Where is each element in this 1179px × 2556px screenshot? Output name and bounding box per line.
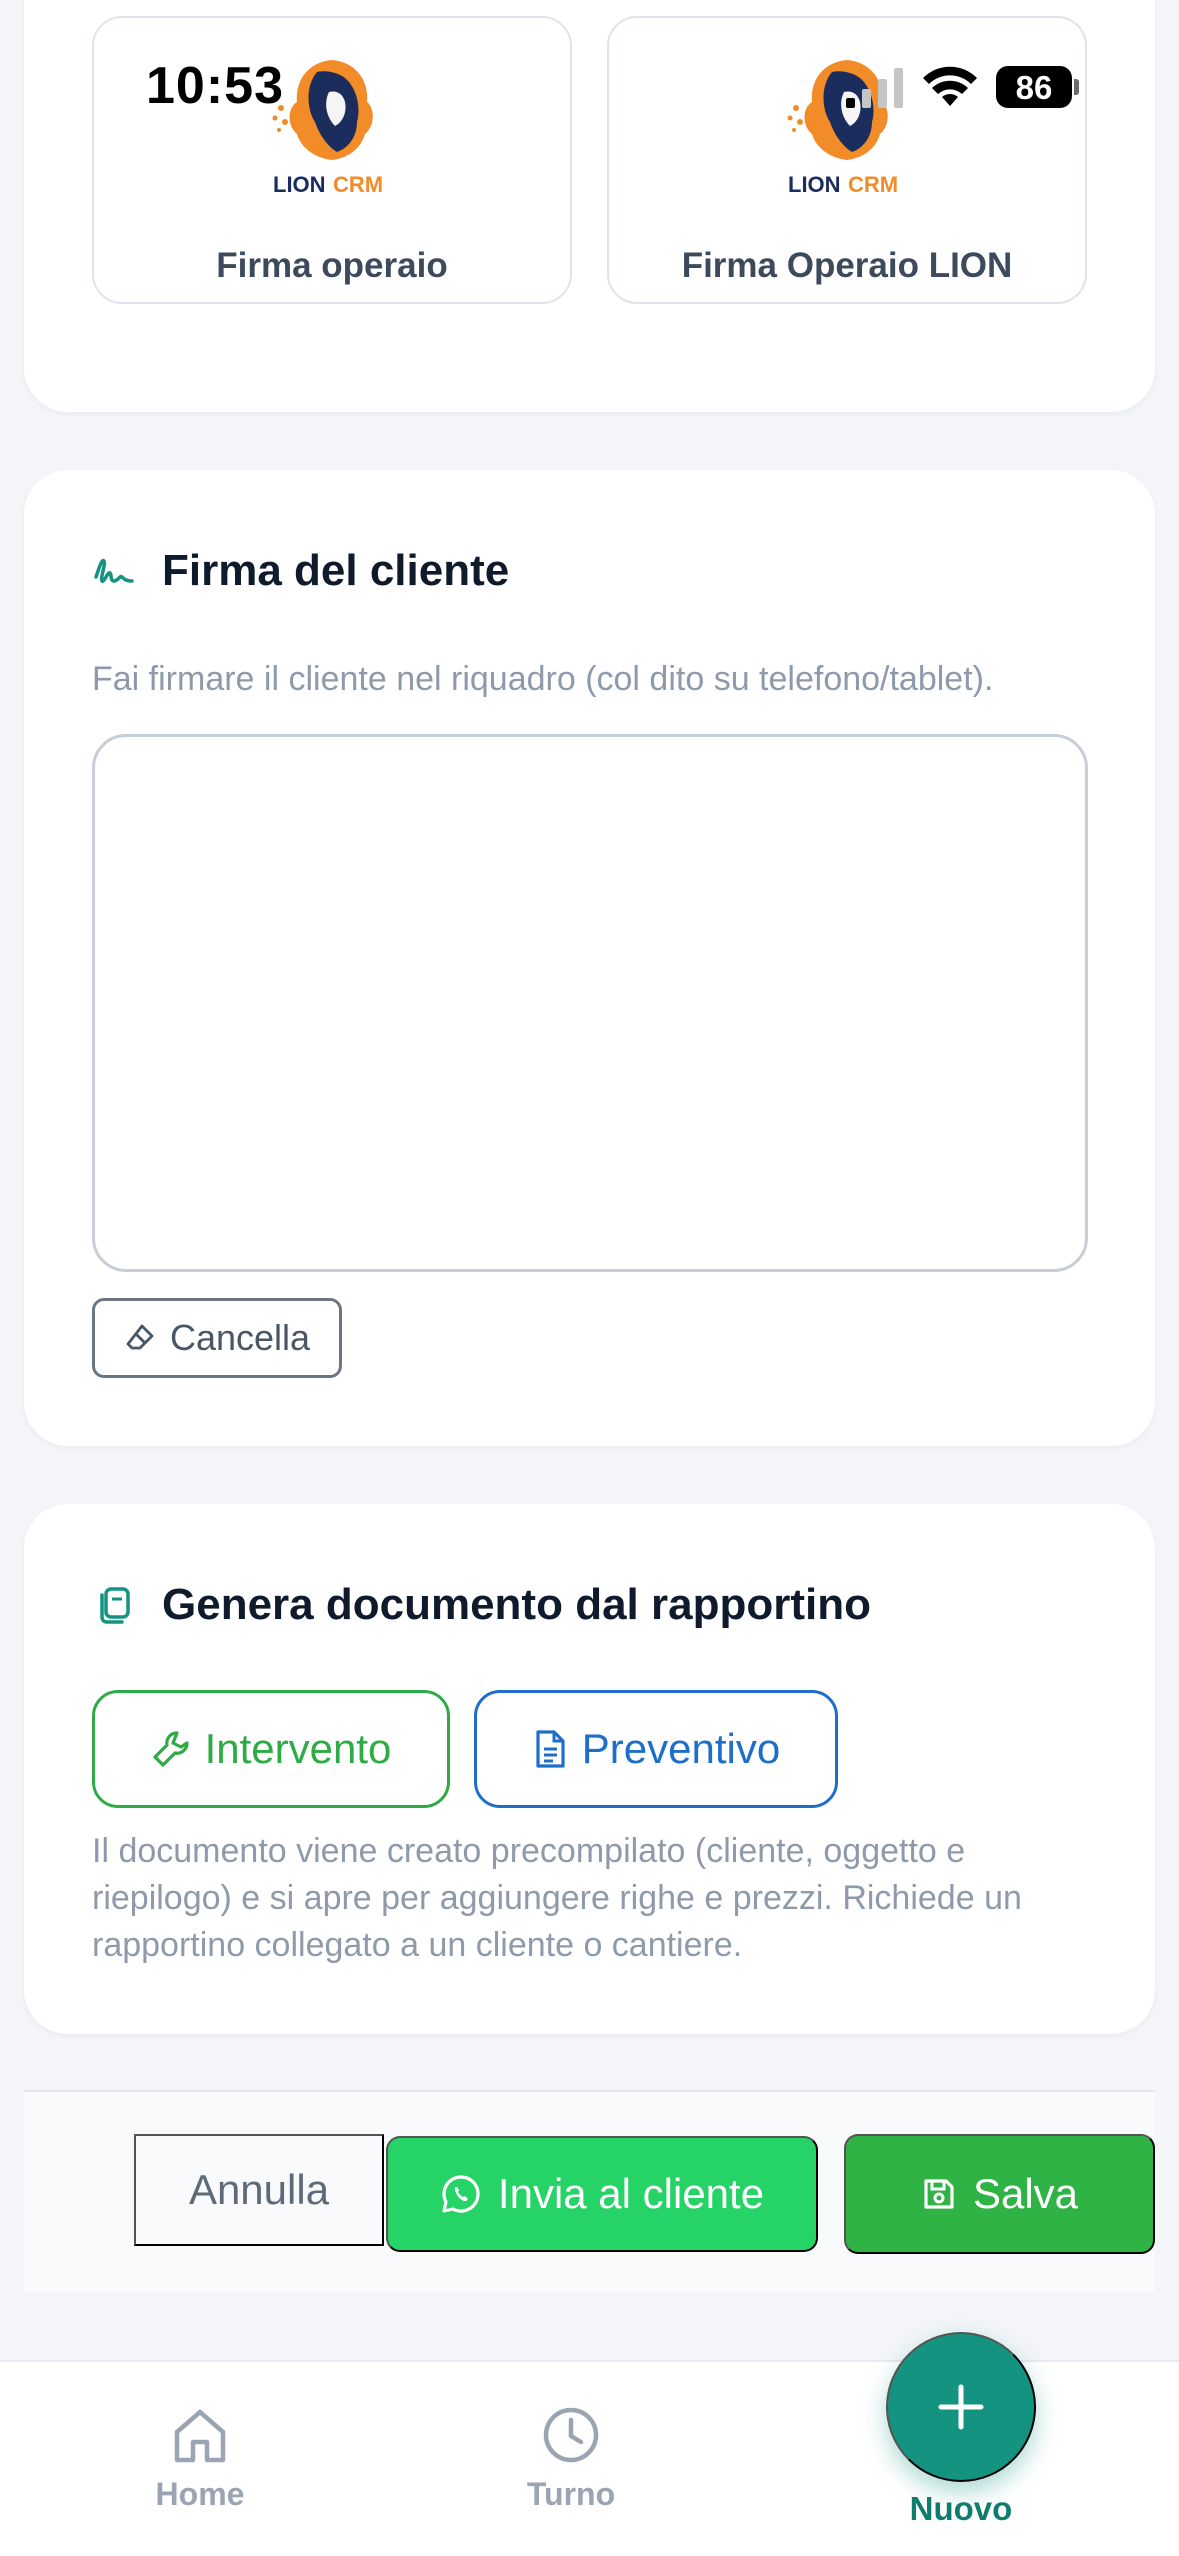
- action-bar: Annulla Invia al cliente Salva: [24, 2090, 1155, 2292]
- status-time: 10:53: [146, 57, 284, 115]
- documents-icon: [100, 1587, 130, 1624]
- clear-signature-button[interactable]: Cancella: [92, 1298, 342, 1378]
- save-button[interactable]: Salva: [844, 2134, 1155, 2254]
- preventivo-button[interactable]: Preventivo: [474, 1690, 838, 1808]
- tile-label: Firma operaio: [216, 246, 448, 285]
- preventivo-label: Preventivo: [581, 1725, 781, 1772]
- cancel-button[interactable]: Annulla: [134, 2134, 384, 2246]
- section-header: Firma del cliente: [92, 546, 509, 596]
- wrench-icon: [152, 1731, 189, 1767]
- battery-icon: 86: [996, 66, 1080, 108]
- intervento-button[interactable]: Intervento: [92, 1690, 450, 1808]
- send-label: Invia al cliente: [497, 2170, 765, 2217]
- wifi-icon: [923, 66, 977, 106]
- signature-hint: Fai firmare il cliente nel riquadro (col…: [92, 660, 994, 698]
- svg-text:LION: LION: [788, 172, 841, 197]
- send-to-client-button[interactable]: Invia al cliente: [386, 2136, 818, 2252]
- nav-turno[interactable]: Turno: [461, 2402, 681, 2513]
- nav-home[interactable]: Home: [90, 2402, 310, 2513]
- new-item-fab[interactable]: [886, 2332, 1036, 2482]
- svg-text:CRM: CRM: [333, 172, 383, 197]
- customer-signature-card: Firma del cliente Fai firmare il cliente…: [24, 470, 1155, 1446]
- clock-icon: [543, 2407, 599, 2463]
- plus-icon: [938, 2384, 984, 2430]
- svg-text:CRM: CRM: [848, 172, 898, 197]
- tile-label: Firma Operaio LION: [681, 246, 1013, 285]
- signature-icon: [94, 558, 134, 583]
- intervento-label: Intervento: [204, 1725, 392, 1772]
- nav-turno-label: Turno: [526, 2476, 616, 2512]
- nav-nuovo-label: Nuovo: [909, 2490, 1013, 2527]
- section-title: Genera documento dal rapportino: [162, 1580, 871, 1629]
- section-header: Genera documento dal rapportino: [92, 1580, 871, 1630]
- svg-text:LION: LION: [273, 172, 326, 197]
- whatsapp-icon: [442, 2175, 480, 2213]
- battery-level: 86: [1015, 69, 1053, 106]
- eraser-icon: [126, 1324, 154, 1350]
- clear-label: Cancella: [169, 1317, 311, 1358]
- nav-home-label: Home: [155, 2476, 245, 2512]
- section-title: Firma del cliente: [162, 546, 510, 595]
- home-icon: [174, 2409, 226, 2463]
- signature-pad[interactable]: [92, 734, 1088, 1272]
- save-icon: [924, 2179, 954, 2209]
- document-icon: [536, 1730, 565, 1768]
- generate-note: Il documento viene creato precompilato (…: [92, 1832, 1022, 1964]
- cellular-signal-icon: [846, 68, 903, 108]
- generate-document-card: Genera documento dal rapportino Interven…: [24, 1504, 1155, 2034]
- save-label: Salva: [972, 2170, 1079, 2217]
- status-bar: 10:53 86: [0, 0, 1179, 170]
